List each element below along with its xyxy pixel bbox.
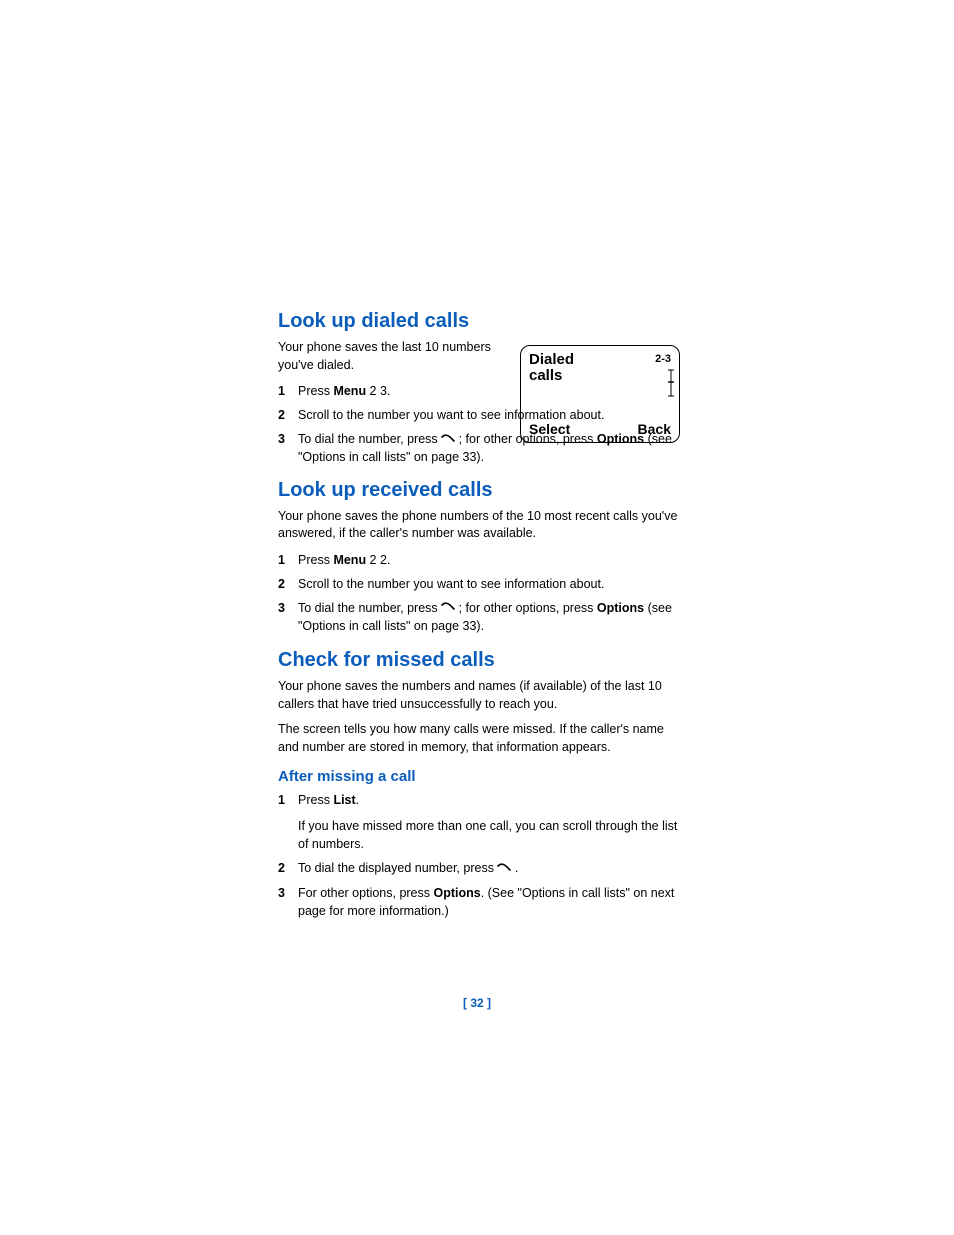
heading-dialed-calls: Look up dialed calls <box>278 310 678 333</box>
step-number: 3 <box>278 884 298 920</box>
softkey-select: Select <box>529 421 570 437</box>
call-icon <box>441 434 455 446</box>
softkey-back: Back <box>638 421 671 437</box>
step-subtext: If you have missed more than one call, y… <box>278 817 678 853</box>
steps-received: 1 Press Menu 2 2. 2 Scroll to the number… <box>278 551 678 636</box>
phone-screen-title: Dialed calls <box>529 352 574 384</box>
step-text: Scroll to the number you want to see inf… <box>298 575 678 593</box>
step-number: 2 <box>278 406 298 424</box>
step-text: Press Menu 2 2. <box>298 551 678 569</box>
step-text: To dial the number, press ; for other op… <box>298 599 678 635</box>
list-item: 3 To dial the number, press ; for other … <box>278 599 678 635</box>
intro-received: Your phone saves the phone numbers of th… <box>278 508 678 543</box>
list-item: 1 Press Menu 2 2. <box>278 551 678 569</box>
step-number: 1 <box>278 551 298 569</box>
page-number: [ 32 ] <box>0 996 954 1010</box>
step-number: 3 <box>278 430 298 466</box>
heading-missed-calls: Check for missed calls <box>278 649 678 672</box>
missed-p2: The screen tells you how many calls were… <box>278 721 678 756</box>
step-number: 3 <box>278 599 298 635</box>
step-text: Press List. <box>298 791 678 809</box>
missed-p1: Your phone saves the numbers and names (… <box>278 678 678 713</box>
step-number: 1 <box>278 382 298 400</box>
step-number: 1 <box>278 791 298 809</box>
call-icon <box>497 863 511 875</box>
list-item: 1 Press List. <box>278 791 678 809</box>
call-icon <box>441 602 455 614</box>
step-text: To dial the displayed number, press . <box>298 859 678 877</box>
phone-screen-illustration: Dialed calls 2-3 Select Back <box>520 345 680 443</box>
steps-missed-cont: 2 To dial the displayed number, press . … <box>278 859 678 919</box>
scrollbar-icon <box>668 368 674 398</box>
step-number: 2 <box>278 859 298 877</box>
intro-dialed: Your phone saves the last 10 numbers you… <box>278 339 498 374</box>
subheading-after-missing: After missing a call <box>278 768 678 785</box>
list-item: 3 For other options, press Options. (See… <box>278 884 678 920</box>
list-item: 2 Scroll to the number you want to see i… <box>278 575 678 593</box>
list-item: 2 To dial the displayed number, press . <box>278 859 678 877</box>
step-number: 2 <box>278 575 298 593</box>
phone-screen-index: 2-3 <box>655 352 671 365</box>
steps-missed: 1 Press List. <box>278 791 678 809</box>
heading-received-calls: Look up received calls <box>278 479 678 502</box>
step-text: For other options, press Options. (See "… <box>298 884 678 920</box>
